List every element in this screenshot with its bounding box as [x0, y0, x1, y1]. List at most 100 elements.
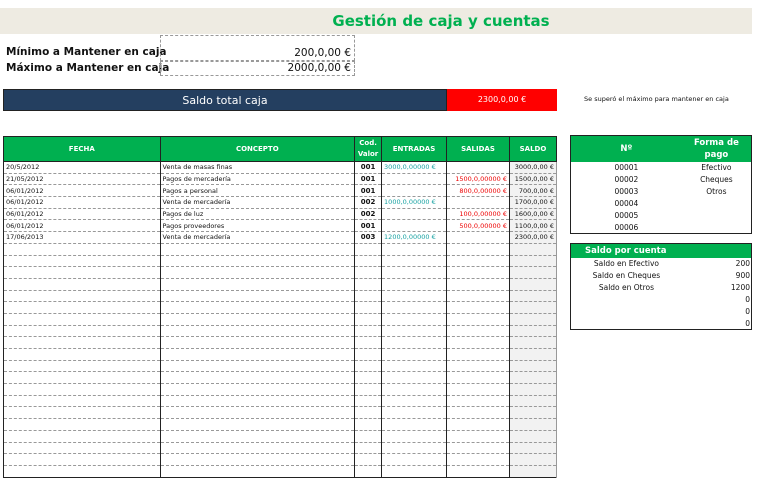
max-input[interactable]: 2000,0,00 €	[160, 61, 355, 76]
table-cell[interactable]	[446, 348, 510, 361]
table-cell[interactable]	[159, 383, 356, 396]
table-cell[interactable]	[446, 243, 510, 256]
table-cell[interactable]	[381, 371, 447, 385]
table-cell[interactable]	[381, 360, 447, 373]
table-cell[interactable]: 06/01/2012	[3, 196, 161, 209]
table-cell[interactable]	[446, 418, 510, 431]
table-cell[interactable]	[354, 348, 383, 361]
table-cell[interactable]	[446, 290, 510, 303]
table-cell[interactable]	[446, 395, 510, 408]
table-cell[interactable]	[381, 383, 447, 396]
table-cell[interactable]	[354, 442, 383, 455]
table-cell[interactable]	[3, 243, 161, 256]
table-cell[interactable]	[381, 290, 447, 303]
table-cell[interactable]	[446, 465, 510, 478]
table-cell[interactable]	[381, 453, 447, 466]
table-cell[interactable]: 1200,0,00000 €	[381, 231, 447, 244]
table-cell[interactable]	[159, 255, 356, 268]
table-cell[interactable]: Venta de mercadería	[159, 231, 356, 244]
table-cell[interactable]	[354, 255, 383, 268]
table-cell[interactable]	[508, 348, 558, 361]
table-cell[interactable]	[446, 360, 510, 373]
table-cell[interactable]	[354, 418, 383, 431]
table-cell[interactable]	[159, 348, 356, 361]
table-cell[interactable]: 1600,0,00 €	[508, 208, 558, 221]
table-cell[interactable]	[446, 278, 510, 291]
table-cell[interactable]	[159, 313, 356, 326]
table-cell[interactable]	[508, 453, 558, 466]
table-cell[interactable]	[381, 325, 447, 338]
table-cell[interactable]	[508, 418, 558, 431]
table-cell[interactable]	[159, 406, 356, 420]
table-cell[interactable]	[446, 161, 510, 174]
table-cell[interactable]	[354, 395, 383, 408]
table-cell[interactable]	[3, 255, 161, 268]
table-cell[interactable]	[446, 406, 510, 420]
table-cell[interactable]	[3, 430, 161, 443]
table-cell[interactable]	[446, 325, 510, 338]
table-cell[interactable]: 3000,0,00 €	[508, 161, 558, 174]
min-input[interactable]: 200,0,00 €	[160, 35, 355, 61]
table-cell[interactable]: 800,0,00000 €	[446, 184, 510, 198]
header-fecha[interactable]: FECHA	[3, 136, 161, 162]
table-cell[interactable]	[3, 278, 161, 291]
table-cell[interactable]	[381, 348, 447, 361]
table-cell[interactable]: 001	[354, 184, 383, 198]
table-cell[interactable]: 1000,0,00000 €	[381, 196, 447, 209]
table-cell[interactable]	[381, 442, 447, 455]
table-cell[interactable]	[3, 371, 161, 385]
table-cell[interactable]	[3, 290, 161, 303]
table-cell[interactable]: 1500,0,00 €	[508, 173, 558, 186]
table-cell[interactable]	[508, 266, 558, 279]
table-cell[interactable]	[3, 383, 161, 396]
header-cod-valor[interactable]: Cod. Valor	[354, 136, 383, 162]
table-cell[interactable]	[508, 243, 558, 256]
table-cell[interactable]	[354, 266, 383, 279]
table-cell[interactable]	[3, 348, 161, 361]
table-cell[interactable]	[354, 325, 383, 338]
table-cell[interactable]: 21/05/2012	[3, 173, 161, 186]
table-cell[interactable]	[354, 430, 383, 443]
table-cell[interactable]: 100,0,00000 €	[446, 208, 510, 221]
table-cell[interactable]	[159, 465, 356, 478]
table-cell[interactable]	[381, 465, 447, 478]
table-cell[interactable]	[354, 301, 383, 314]
table-cell[interactable]: 17/06/2013	[3, 231, 161, 244]
header-salidas[interactable]: SALIDAS	[446, 136, 510, 162]
table-cell[interactable]	[508, 290, 558, 303]
table-cell[interactable]	[446, 196, 510, 209]
table-cell[interactable]	[159, 243, 356, 256]
table-cell[interactable]	[3, 453, 161, 466]
table-cell[interactable]	[159, 453, 356, 466]
table-cell[interactable]	[381, 266, 447, 279]
table-cell[interactable]: 06/01/2012	[3, 184, 161, 198]
table-cell[interactable]: Pagos de luz	[159, 208, 356, 221]
table-cell[interactable]: 001	[354, 161, 383, 174]
table-cell[interactable]: Pagos proveedores	[159, 219, 356, 233]
table-cell[interactable]	[354, 465, 383, 478]
table-cell[interactable]	[381, 301, 447, 314]
table-cell[interactable]	[381, 313, 447, 326]
table-cell[interactable]	[159, 266, 356, 279]
table-cell[interactable]	[159, 325, 356, 338]
table-cell[interactable]	[3, 442, 161, 455]
table-cell[interactable]	[381, 395, 447, 408]
table-cell[interactable]	[381, 184, 447, 198]
table-cell[interactable]: 001	[354, 173, 383, 186]
table-cell[interactable]	[354, 453, 383, 466]
table-cell[interactable]	[354, 243, 383, 256]
table-cell[interactable]	[159, 430, 356, 443]
table-cell[interactable]	[446, 255, 510, 268]
table-cell[interactable]	[508, 255, 558, 268]
table-cell[interactable]: 2300,0,00 €	[508, 231, 558, 244]
table-cell[interactable]: 3000,0,00000 €	[381, 161, 447, 174]
table-cell[interactable]	[354, 336, 383, 349]
table-cell[interactable]	[159, 290, 356, 303]
table-cell[interactable]: 20/5/2012	[3, 161, 161, 174]
table-cell[interactable]	[354, 371, 383, 385]
table-cell[interactable]: 06/01/2012	[3, 208, 161, 221]
table-cell[interactable]	[3, 325, 161, 338]
header-entradas[interactable]: ENTRADAS	[381, 136, 447, 162]
table-cell[interactable]: 1700,0,00 €	[508, 196, 558, 209]
table-cell[interactable]	[381, 430, 447, 443]
